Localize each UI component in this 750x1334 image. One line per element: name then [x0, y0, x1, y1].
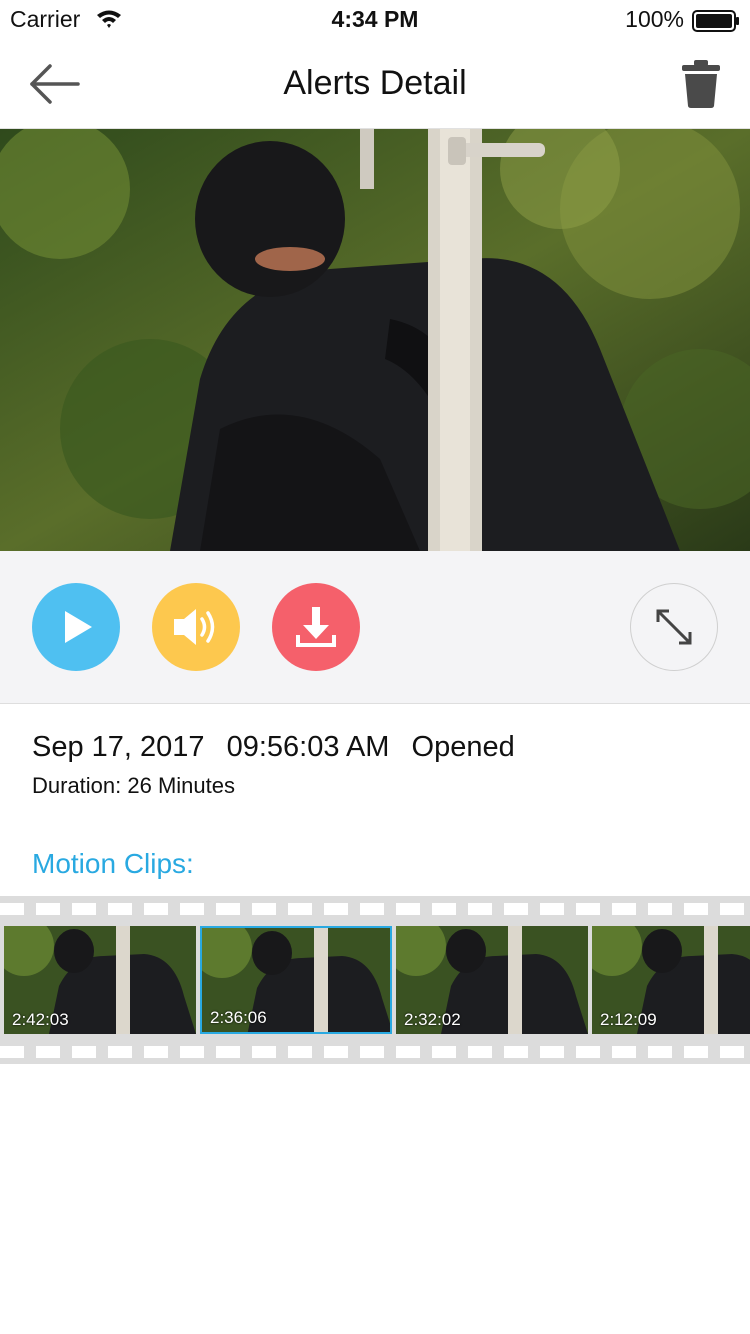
film-perforation: [540, 903, 564, 915]
film-perforation: [612, 903, 636, 915]
film-perforation: [180, 1046, 204, 1058]
film-perforation: [504, 903, 528, 915]
alert-duration: Duration: 26 Minutes: [32, 773, 235, 798]
sound-button[interactable]: [152, 583, 240, 671]
film-perforation: [288, 1046, 312, 1058]
film-perforation: [648, 903, 672, 915]
film-perforation: [216, 1046, 240, 1058]
delete-button[interactable]: [680, 58, 722, 110]
playback-controls: [0, 551, 750, 704]
film-perforation: [504, 1046, 528, 1058]
film-perforation: [288, 903, 312, 915]
video-frame-image: [0, 129, 750, 551]
film-perforation: [360, 1046, 384, 1058]
film-perforation: [36, 903, 60, 915]
page-title: Alerts Detail: [283, 64, 467, 102]
film-perforations-bottom: [0, 1046, 750, 1058]
film-perforation: [612, 1046, 636, 1058]
film-perforation: [648, 1046, 672, 1058]
film-perforation: [144, 903, 168, 915]
film-perforation: [252, 903, 276, 915]
battery-icon: [692, 10, 740, 37]
clip-thumbnail[interactable]: 2:42:03: [4, 926, 196, 1034]
film-perforation: [432, 903, 456, 915]
play-icon: [65, 611, 92, 643]
film-perforation: [216, 903, 240, 915]
film-perforation: [720, 1046, 744, 1058]
film-perforation: [684, 903, 708, 915]
film-perforation: [684, 1046, 708, 1058]
alert-summary: Sep 17, 2017 09:56:03 AM Opened: [32, 731, 529, 764]
film-perforation: [0, 903, 24, 915]
trash-icon: [682, 60, 720, 108]
film-perforation: [468, 903, 492, 915]
clip-timestamp: 2:32:02: [404, 1010, 461, 1029]
motion-clips-strip: 2:42:03 2:36:06 2:32:02 2:12:09: [0, 896, 750, 1064]
film-perforation: [432, 1046, 456, 1058]
film-perforation: [576, 1046, 600, 1058]
fullscreen-button[interactable]: [630, 583, 718, 671]
play-button[interactable]: [32, 583, 120, 671]
clip-timestamp: 2:12:09: [600, 1010, 657, 1029]
film-perforation: [72, 1046, 96, 1058]
film-perforation: [180, 903, 204, 915]
alert-video[interactable]: [0, 129, 750, 551]
film-perforation: [576, 903, 600, 915]
film-perforation: [396, 903, 420, 915]
download-button[interactable]: [272, 583, 360, 671]
film-perforation: [468, 1046, 492, 1058]
speaker-icon: [174, 609, 215, 645]
film-perforation: [540, 1046, 564, 1058]
clip-timestamp: 2:36:06: [210, 1008, 267, 1027]
film-perforation: [324, 1046, 348, 1058]
clip-thumbnail[interactable]: 2:32:02: [396, 926, 588, 1034]
film-perforation: [72, 903, 96, 915]
film-perforation: [360, 903, 384, 915]
film-perforation: [396, 1046, 420, 1058]
film-perforation: [720, 903, 744, 915]
clip-thumbnail[interactable]: 2:12:09: [592, 926, 750, 1034]
film-perforation: [144, 1046, 168, 1058]
expand-icon: [656, 609, 692, 645]
status-bar: Carrier 4:34 PM 100%: [0, 0, 750, 40]
film-perforation: [324, 903, 348, 915]
film-perforation: [36, 1046, 60, 1058]
film-perforation: [108, 1046, 132, 1058]
alert-date: Sep 17, 2017: [32, 731, 205, 763]
download-icon: [296, 607, 336, 647]
film-perforation: [252, 1046, 276, 1058]
alert-status: Opened: [411, 731, 515, 763]
film-perforation: [108, 903, 132, 915]
clip-timestamp: 2:42:03: [12, 1010, 69, 1029]
film-perforation: [0, 1046, 24, 1058]
clip-thumbnail-selected[interactable]: 2:36:06: [200, 926, 392, 1034]
navigation-bar: Alerts Detail: [0, 40, 750, 129]
battery-percent: 100%: [625, 6, 684, 32]
film-perforations-top: [0, 903, 750, 915]
motion-clips-heading: Motion Clips:: [32, 848, 194, 879]
alert-time: 09:56:03 AM: [226, 731, 390, 763]
